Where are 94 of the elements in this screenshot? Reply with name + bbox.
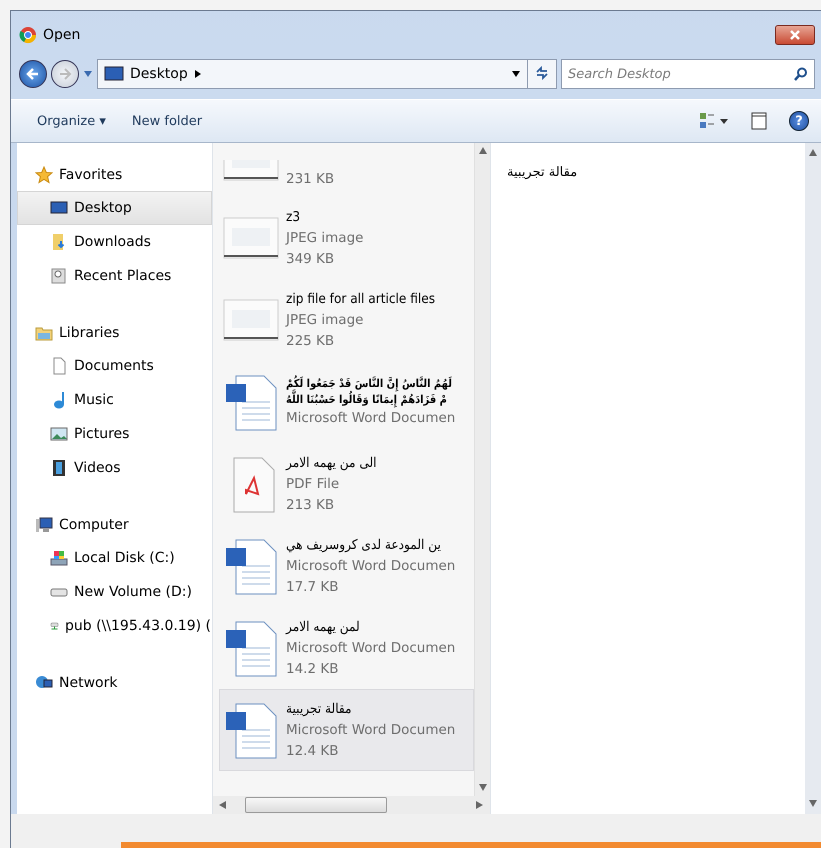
dropdown-caret-icon[interactable] — [511, 70, 521, 78]
file-size: 14.2 KB — [286, 660, 338, 678]
film-icon — [50, 459, 68, 477]
sidebar-item[interactable]: Desktop — [17, 191, 212, 225]
item-label: Documents — [74, 358, 154, 374]
file-item[interactable]: zip file for all article files JPEG image 225 KB — [219, 279, 474, 361]
breadcrumb-arrow-icon — [194, 69, 202, 79]
window-title: Open — [43, 27, 82, 43]
file-type: Microsoft Word Documen — [286, 720, 456, 740]
scroll-up-icon — [478, 147, 486, 155]
file-size: 225 KB — [286, 332, 334, 350]
item-label: Pictures — [74, 426, 130, 442]
search-field[interactable]: Search Desktop — [561, 59, 815, 89]
vertical-scrollbar[interactable] — [805, 143, 821, 814]
file-type: Microsoft Word Documen — [286, 556, 456, 576]
item-label: pub (\\195.43.0.19) ( — [65, 618, 211, 634]
forward-button[interactable] — [51, 60, 79, 88]
toolbar-button[interactable]: New folder — [132, 110, 202, 132]
file-name: مْ فَزَادَهُمْ إِيمَانًا وَقَالُوا حَسْبُنَا اللَّهُ — [286, 392, 447, 408]
file-type: Microsoft Word Documen — [286, 408, 456, 428]
file-size: 349 KB — [286, 250, 334, 268]
sidebar-item[interactable]: New Volume (D:) — [17, 575, 212, 609]
file-size: 231 KB — [286, 170, 334, 189]
item-label: Local Disk (C:) — [74, 550, 175, 566]
forward-arrow-icon — [58, 67, 72, 81]
file-size: 12.4 KB — [286, 742, 338, 760]
scroll-left-icon — [219, 801, 227, 809]
view-options-icon[interactable] — [699, 112, 729, 130]
item-label: New Volume (D:) — [74, 584, 192, 600]
back-button[interactable] — [19, 60, 47, 88]
file-size: 213 KB — [286, 496, 334, 514]
sidebar-item[interactable]: Music — [17, 383, 212, 417]
file-name: ين المودعة لدى كروسريف هي — [286, 536, 441, 554]
sidebar-group[interactable]: Favorites — [17, 159, 212, 191]
vertical-scrollbar[interactable] — [474, 143, 490, 796]
sidebar-item[interactable]: Local Disk (C:) — [17, 541, 212, 575]
picture-icon — [50, 425, 68, 443]
sidebar-item[interactable]: pub (\\195.43.0.19) ( — [17, 609, 212, 643]
file-type: PDF File — [286, 474, 340, 494]
group-label: Libraries — [59, 325, 120, 341]
monitor-icon — [104, 66, 124, 82]
sidebar-group[interactable]: Network — [17, 667, 212, 699]
scroll-right-icon — [476, 801, 484, 809]
sidebar-item[interactable]: Documents — [17, 349, 212, 383]
music-note-icon — [53, 392, 65, 408]
address-location: Desktop — [130, 66, 188, 82]
file-item[interactable]: z3 JPEG image 349 KB — [219, 197, 474, 279]
sidebar-item[interactable]: Pictures — [17, 417, 212, 451]
horizontal-scrollbar[interactable] — [213, 796, 490, 814]
file-name: zip file for all article files — [286, 290, 436, 308]
file-name: مقالة تجريبية — [286, 700, 352, 718]
file-item[interactable]: 231 KB — [219, 143, 474, 197]
system-disk-icon — [50, 549, 68, 567]
file-size: 17.7 KB — [286, 578, 338, 596]
file-name: لَهُمُ النَّاسُ إِنَّ النَّاسَ قَدْ جَمَعُوا لَكُمْ — [286, 376, 452, 392]
close-icon — [790, 30, 800, 40]
file-name: لمن يهمه الامر — [286, 618, 360, 636]
scroll-up-icon — [809, 149, 817, 157]
refresh-arrows-icon — [534, 64, 550, 80]
sidebar-item[interactable]: Downloads — [17, 225, 212, 259]
item-label: Recent Places — [74, 268, 172, 284]
scroll-down-icon — [809, 800, 817, 808]
computer-icon — [35, 516, 53, 534]
drive-icon — [50, 588, 68, 596]
file-type: Microsoft Word Documen — [286, 638, 456, 658]
toolbar-button[interactable]: Organize ▾ — [37, 110, 106, 132]
search-icon — [794, 67, 808, 81]
sidebar-group[interactable]: Computer — [17, 509, 212, 541]
group-label: Computer — [59, 517, 129, 533]
sidebar-group[interactable]: Libraries — [17, 317, 212, 349]
preview-text: مقالة تجريبية — [507, 165, 578, 182]
app-logo-icon — [19, 26, 37, 44]
file-type: JPEG image — [286, 228, 364, 248]
close-button[interactable] — [775, 25, 815, 45]
group-label: Network — [59, 675, 118, 691]
item-label: Downloads — [74, 234, 151, 250]
help-button[interactable]: ? — [789, 111, 809, 131]
back-arrow-icon — [26, 67, 40, 81]
file-name: الى من يهمه الامر — [286, 454, 377, 472]
address-bar[interactable]: Desktop — [97, 59, 528, 89]
sidebar-item[interactable]: Videos — [17, 451, 212, 485]
sidebar-item[interactable]: Recent Places — [17, 259, 212, 293]
scroll-down-icon — [478, 784, 486, 792]
file-name: z3 — [286, 208, 300, 226]
star-icon — [35, 166, 53, 184]
recent-places-icon — [50, 267, 68, 285]
group-label: Favorites — [59, 167, 122, 183]
preview-pane-icon[interactable] — [751, 112, 767, 130]
item-label: Desktop — [74, 200, 132, 216]
scroll-thumb[interactable] — [245, 797, 387, 813]
item-label: Music — [74, 392, 114, 408]
item-label: Videos — [74, 460, 121, 476]
file-type: JPEG image — [286, 310, 364, 330]
refresh-button[interactable] — [527, 59, 557, 89]
